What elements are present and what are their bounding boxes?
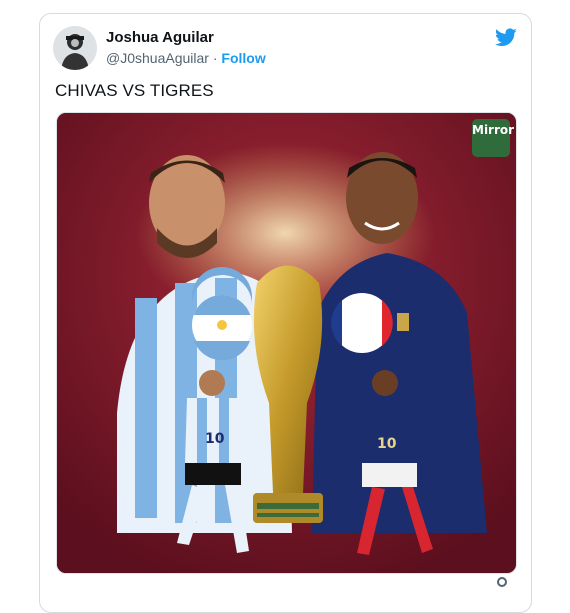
- media-illustration: 10 10: [57, 113, 516, 573]
- mirror-watermark-logo: Mirror: [472, 119, 514, 157]
- tweet-text: CHIVAS VS TIGRES: [55, 81, 214, 100]
- display-name[interactable]: Joshua Aguilar: [106, 29, 214, 46]
- tweet-media-image[interactable]: 10 10 Mirror: [56, 112, 517, 574]
- info-icon[interactable]: [497, 577, 507, 587]
- twitter-bird-icon[interactable]: [495, 28, 517, 47]
- follow-button[interactable]: Follow: [221, 50, 265, 66]
- tweet-card: Joshua Aguilar @J0shuaAguilar · Follow C…: [39, 13, 532, 613]
- right-player-number: 10: [377, 436, 397, 452]
- watermark-text: Mirror: [472, 123, 515, 137]
- avatar[interactable]: [53, 26, 97, 70]
- handle-row: @J0shuaAguilar · Follow: [106, 50, 266, 66]
- separator-dot: ·: [212, 50, 218, 66]
- avatar-image: [53, 26, 97, 70]
- left-player-number: 10: [205, 431, 225, 447]
- user-handle[interactable]: @J0shuaAguilar: [106, 50, 209, 66]
